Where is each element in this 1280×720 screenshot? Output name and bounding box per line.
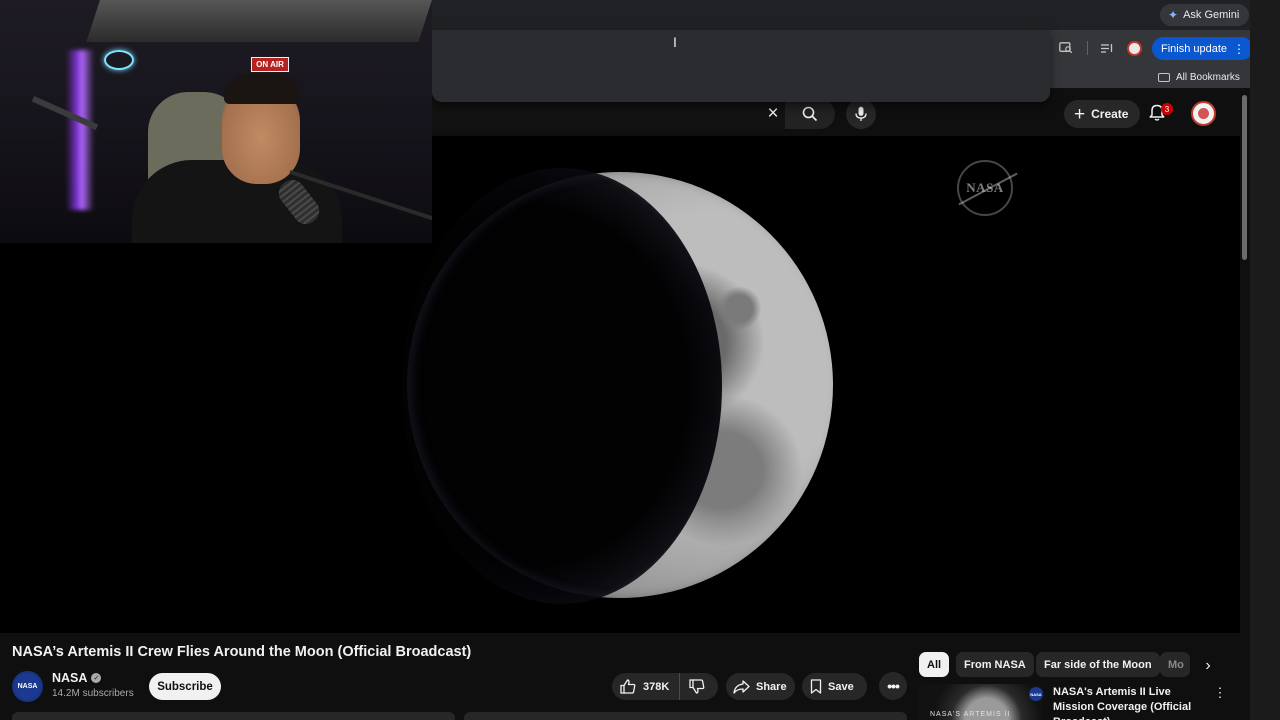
- mic-icon: [855, 106, 867, 121]
- video-title: NASA’s Artemis II Crew Flies Around the …: [12, 644, 472, 660]
- all-bookmarks-label: All Bookmarks: [1176, 71, 1240, 83]
- kebab-menu-icon[interactable]: ⋮: [1213, 685, 1227, 701]
- nasa-watermark-text: NASA: [966, 180, 1004, 195]
- finish-update-label: Finish update: [1161, 42, 1228, 55]
- thumbs-down-icon: [689, 679, 705, 694]
- webcam-neon-light: [66, 50, 94, 210]
- like-count: 378K: [643, 680, 670, 693]
- share-icon: [733, 679, 750, 694]
- channel-avatar-text: NASA: [17, 683, 38, 690]
- webcam-overlay: ON AIR: [0, 0, 432, 243]
- save-button[interactable]: Save: [802, 673, 867, 700]
- search-input[interactable]: [432, 99, 792, 129]
- kebab-menu-icon[interactable]: ⋮: [1233, 42, 1245, 56]
- related-video-title[interactable]: NASA's Artemis II Live Mission Coverage …: [1053, 685, 1213, 720]
- more-actions-button[interactable]: •••: [879, 672, 907, 700]
- webcam-ceiling: [86, 0, 432, 42]
- channel-name-row[interactable]: NASA ✓: [52, 671, 102, 685]
- channel-name[interactable]: NASA: [52, 671, 87, 685]
- search-icon: [802, 106, 818, 122]
- browser-profile-avatar[interactable]: [1127, 41, 1142, 56]
- webcam-ufo-neon-sign: [104, 50, 134, 70]
- nasa-watermark-logo: NASA: [957, 160, 1013, 216]
- moon-limb: [407, 172, 833, 598]
- voice-search-button[interactable]: [846, 99, 876, 129]
- description-box-secondary[interactable]: [464, 712, 907, 720]
- page-scrollbar-thumb[interactable]: [1242, 95, 1247, 260]
- share-button[interactable]: Share: [726, 673, 795, 700]
- webcam-person-hair: [224, 74, 300, 104]
- like-dislike-group: 378K: [612, 673, 718, 700]
- thumbs-up-icon: [620, 679, 636, 694]
- more-horizontal-icon: •••: [887, 678, 900, 694]
- save-label: Save: [828, 680, 854, 693]
- chip-truncated[interactable]: Mo: [1160, 652, 1190, 677]
- chip-from-nasa[interactable]: From NASA: [956, 652, 1034, 677]
- reading-list-icon[interactable]: [1098, 40, 1116, 56]
- search-tabs-icon[interactable]: [1057, 40, 1075, 56]
- search-button[interactable]: [785, 99, 835, 129]
- chevron-right-icon[interactable]: ›: [1196, 654, 1220, 678]
- create-button[interactable]: + Create: [1064, 100, 1141, 128]
- notification-badge: 3: [1161, 103, 1173, 115]
- dislike-button[interactable]: [680, 673, 714, 700]
- webcam-on-air-sign: ON AIR: [251, 57, 289, 72]
- related-thumbnail-caption: NASA'S ARTEMIS II: [930, 711, 1011, 718]
- text-cursor-icon: I: [673, 34, 677, 50]
- create-label: Create: [1091, 107, 1129, 121]
- ask-gemini-label: Ask Gemini: [1183, 9, 1240, 21]
- ask-gemini-button[interactable]: ✦ Ask Gemini: [1160, 4, 1250, 26]
- bookmark-icon: [810, 679, 822, 694]
- folder-icon: [1158, 72, 1170, 82]
- share-label: Share: [756, 680, 787, 693]
- subscriber-count: 14.2M subscribers: [52, 688, 134, 699]
- toolbar-divider: [1087, 41, 1088, 55]
- chip-all[interactable]: All: [919, 652, 950, 677]
- window-edge: [1250, 0, 1280, 720]
- subscribe-button[interactable]: Subscribe: [149, 673, 221, 700]
- like-button[interactable]: 378K: [612, 673, 681, 700]
- channel-avatar[interactable]: NASA: [12, 671, 43, 702]
- close-icon[interactable]: ×: [764, 103, 782, 125]
- all-bookmarks-button[interactable]: All Bookmarks: [1158, 69, 1240, 85]
- chip-far-side-of-the-moon[interactable]: Far side of the Moon: [1036, 652, 1160, 677]
- related-channel-badge: NASA: [1029, 687, 1043, 701]
- account-avatar[interactable]: [1191, 101, 1216, 126]
- finish-update-button[interactable]: Finish update ⋮: [1152, 37, 1254, 60]
- verified-badge-icon: ✓: [91, 673, 102, 683]
- description-box[interactable]: [12, 712, 455, 720]
- screen: ✦ Ask Gemini Finish update ⋮ All Bookmar…: [0, 0, 1280, 720]
- plus-icon: +: [1074, 103, 1086, 125]
- address-bar-dropdown[interactable]: [432, 30, 1050, 102]
- sparkle-icon: ✦: [1168, 8, 1179, 22]
